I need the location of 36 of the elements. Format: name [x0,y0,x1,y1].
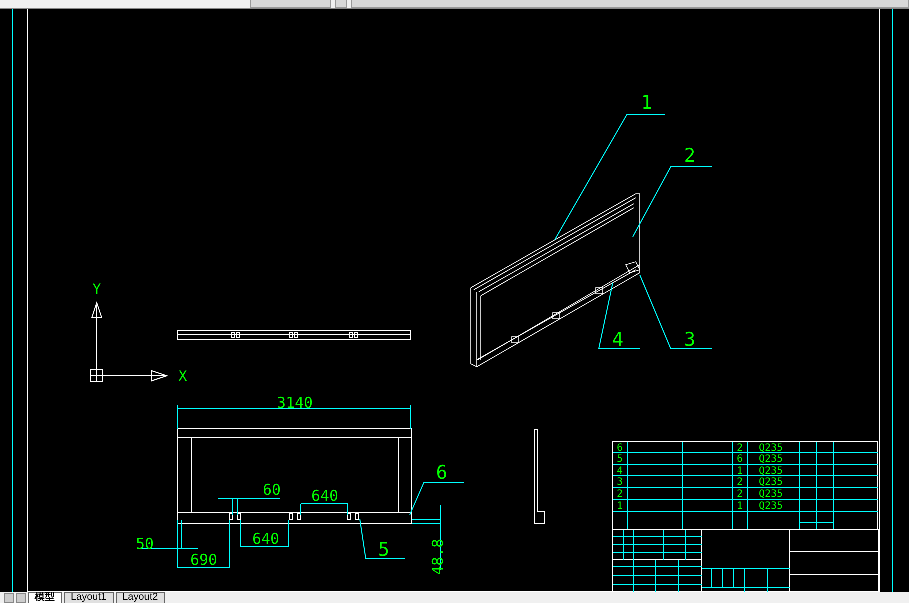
table-cell: Q235 [758,501,784,512]
table-cell: 1 [616,501,624,512]
table-cell: 4 [616,466,624,477]
dimension-label: 690 [190,551,218,569]
table-cell: Q235 [758,477,784,488]
table-cell: 5 [616,454,624,465]
table-cell: 1 [736,501,744,512]
axis-label: Y [92,282,102,298]
table-cell: 2 [736,489,744,500]
table-cell: 3 [616,477,624,488]
balloon-number: 4 [612,329,624,351]
table-cell: Q235 [758,466,784,477]
balloon-number: 6 [436,462,448,484]
table-cell: 2 [736,443,744,454]
axis-label: X [178,369,188,385]
balloon-number: 5 [378,539,390,561]
table-cell: Q235 [758,454,784,465]
table-cell: 6 [616,443,624,454]
table-cell: Q235 [758,443,784,454]
table-cell: 1 [736,466,744,477]
dimension-label: 48.8 [429,538,447,576]
dimension-label: 3140 [276,394,314,412]
table-cell: Q235 [758,489,784,500]
dimension-label: 50 [136,535,154,553]
table-cell: 2 [616,489,624,500]
layout-tab[interactable]: Layout2 [116,592,166,603]
table-cell: 2 [736,477,744,488]
dimension-label: 640 [311,487,339,505]
table-cell: 6 [736,454,744,465]
balloon-number: 1 [641,92,653,114]
layout-tab[interactable]: 模型 [28,592,62,603]
balloon-number: 3 [684,329,696,351]
balloon-number: 2 [684,145,696,167]
dimension-label: 60 [262,481,282,499]
layout-tab[interactable]: Layout1 [64,592,114,603]
dimension-label: 640 [252,530,280,548]
